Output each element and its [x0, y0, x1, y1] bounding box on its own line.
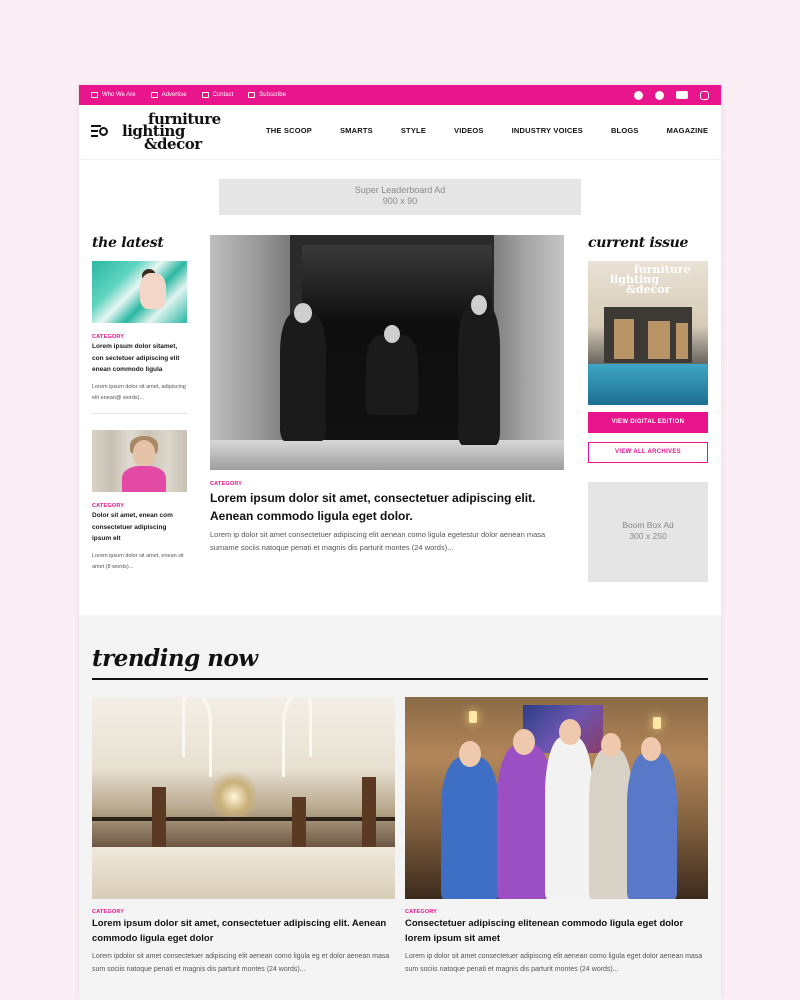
boom-box-ad-label: Boom Box Ad [622, 520, 674, 530]
trending-item[interactable]: CATEGORY Lorem ipsum dolor sit amet, con… [92, 697, 395, 976]
contact-label: Contact [212, 92, 234, 98]
nav-magazine[interactable]: MAGAZINE [667, 126, 709, 135]
feature-excerpt: Lorem ip dolor sit amet consectetuer adi… [210, 530, 546, 552]
page: Who We Are Advertise Contact Subscribe f… [79, 85, 721, 1000]
latest-item-category[interactable]: CATEGORY [92, 503, 187, 509]
who-we-are-label: Who We Are [102, 92, 136, 98]
site-logo[interactable]: furniture lighting &decor [122, 111, 232, 155]
subscribe-label: Subscribe [259, 92, 286, 98]
nav-smarts[interactable]: SMARTS [340, 126, 373, 135]
latest-item-headline[interactable]: Lorem ipsum dolor sitamet, con sectetuer… [92, 341, 187, 376]
latest-item-image[interactable] [92, 430, 187, 492]
latest-item-excerpt: Lorem ipsum dolor sit amet, enean sit am… [92, 552, 184, 571]
advertise-link[interactable]: Advertise [150, 92, 187, 98]
logo-line-3: &decor [144, 135, 202, 153]
latest-divider [92, 413, 187, 414]
nav-style[interactable]: STYLE [401, 126, 426, 135]
pinterest-icon[interactable] [655, 90, 664, 100]
latest-item-excerpt: Lorem ipsum dolor sit amet, adipiscing e… [92, 383, 186, 402]
site-header: furniture lighting &decor THE SCOOP SMAR… [79, 105, 721, 160]
latest-item[interactable]: CATEGORY Lorem ipsum dolor sitamet, con … [92, 261, 187, 405]
subscribe-link[interactable]: Subscribe [248, 92, 286, 98]
youtube-icon[interactable] [676, 91, 688, 99]
feature-headline[interactable]: Lorem ipsum dolor sit amet, consectetuer… [210, 489, 570, 525]
trending-item[interactable]: CATEGORY Consectetuer adipiscing elitene… [405, 697, 708, 976]
feature-image[interactable] [210, 235, 564, 470]
trending-item-category[interactable]: CATEGORY [92, 909, 395, 915]
trending-section: trending now CATEGORY Lorem ipsum dolor … [79, 615, 721, 1000]
nav-industry-voices[interactable]: INDUSTRY VOICES [512, 126, 583, 135]
who-we-are-link[interactable]: Who We Are [91, 92, 136, 98]
trending-heading: trending now [92, 645, 258, 672]
nav-blogs[interactable]: BLOGS [611, 126, 639, 135]
latest-item-headline[interactable]: Dolor sit amet, enean com consectetuer a… [92, 510, 187, 545]
latest-item[interactable]: CATEGORY Dolor sit amet, enean com conse… [92, 430, 187, 574]
latest-item-category[interactable]: CATEGORY [92, 334, 187, 340]
view-all-archives-button[interactable]: VIEW ALL ARCHIVES [588, 442, 708, 463]
top-utility-bar: Who We Are Advertise Contact Subscribe [79, 85, 721, 105]
contact-link[interactable]: Contact [201, 92, 234, 98]
cover-logo: furniture lighting &decor [596, 264, 691, 296]
social-links [634, 90, 709, 100]
trending-item-headline[interactable]: Lorem ipsum dolor sit amet, consectetuer… [92, 916, 395, 946]
utility-links: Who We Are Advertise Contact Subscribe [91, 92, 286, 98]
view-digital-edition-button[interactable]: VIEW DIGITAL EDITION [588, 412, 708, 433]
trending-item-image[interactable] [92, 697, 395, 899]
mail-icon [248, 92, 256, 98]
cover-logo-line-3: &decor [626, 283, 671, 296]
trending-item-image[interactable] [405, 697, 708, 899]
menu-search-icon[interactable] [91, 123, 111, 139]
leaderboard-ad-size: 900 x 90 [382, 196, 418, 206]
trending-item-headline[interactable]: Consectetuer adipiscing elitenean commod… [405, 916, 708, 946]
people-icon [91, 92, 98, 98]
trending-item-excerpt: Lorem ip dolor sit amet consectetuer adi… [405, 953, 703, 973]
leaderboard-ad[interactable]: Super Leaderboard Ad 900 x 90 [219, 179, 581, 215]
magazine-cover[interactable]: furniture lighting &decor [588, 261, 708, 405]
feature-category[interactable]: CATEGORY [210, 481, 242, 487]
nav-the-scoop[interactable]: THE SCOOP [266, 126, 312, 135]
main-nav: THE SCOOP SMARTS STYLE VIDEOS INDUSTRY V… [266, 126, 708, 135]
megaphone-icon [150, 92, 158, 98]
instagram-icon[interactable] [700, 90, 709, 100]
boom-box-ad-size: 300 x 250 [629, 531, 667, 541]
leaderboard-ad-label: Super Leaderboard Ad [354, 185, 446, 195]
nav-videos[interactable]: VIDEOS [454, 126, 484, 135]
current-issue-heading: current issue [588, 235, 689, 251]
document-icon [201, 92, 209, 98]
latest-item-image[interactable] [92, 261, 187, 323]
latest-heading: the latest [92, 235, 164, 251]
boom-box-ad[interactable]: Boom Box Ad 300 x 250 [588, 482, 708, 582]
trending-divider [92, 678, 708, 680]
advertise-label: Advertise [161, 92, 187, 98]
trending-item-excerpt: Lorem ipdolor sit amet consectetuer adip… [92, 953, 390, 973]
trending-item-category[interactable]: CATEGORY [405, 909, 708, 915]
facebook-icon[interactable] [634, 90, 643, 100]
